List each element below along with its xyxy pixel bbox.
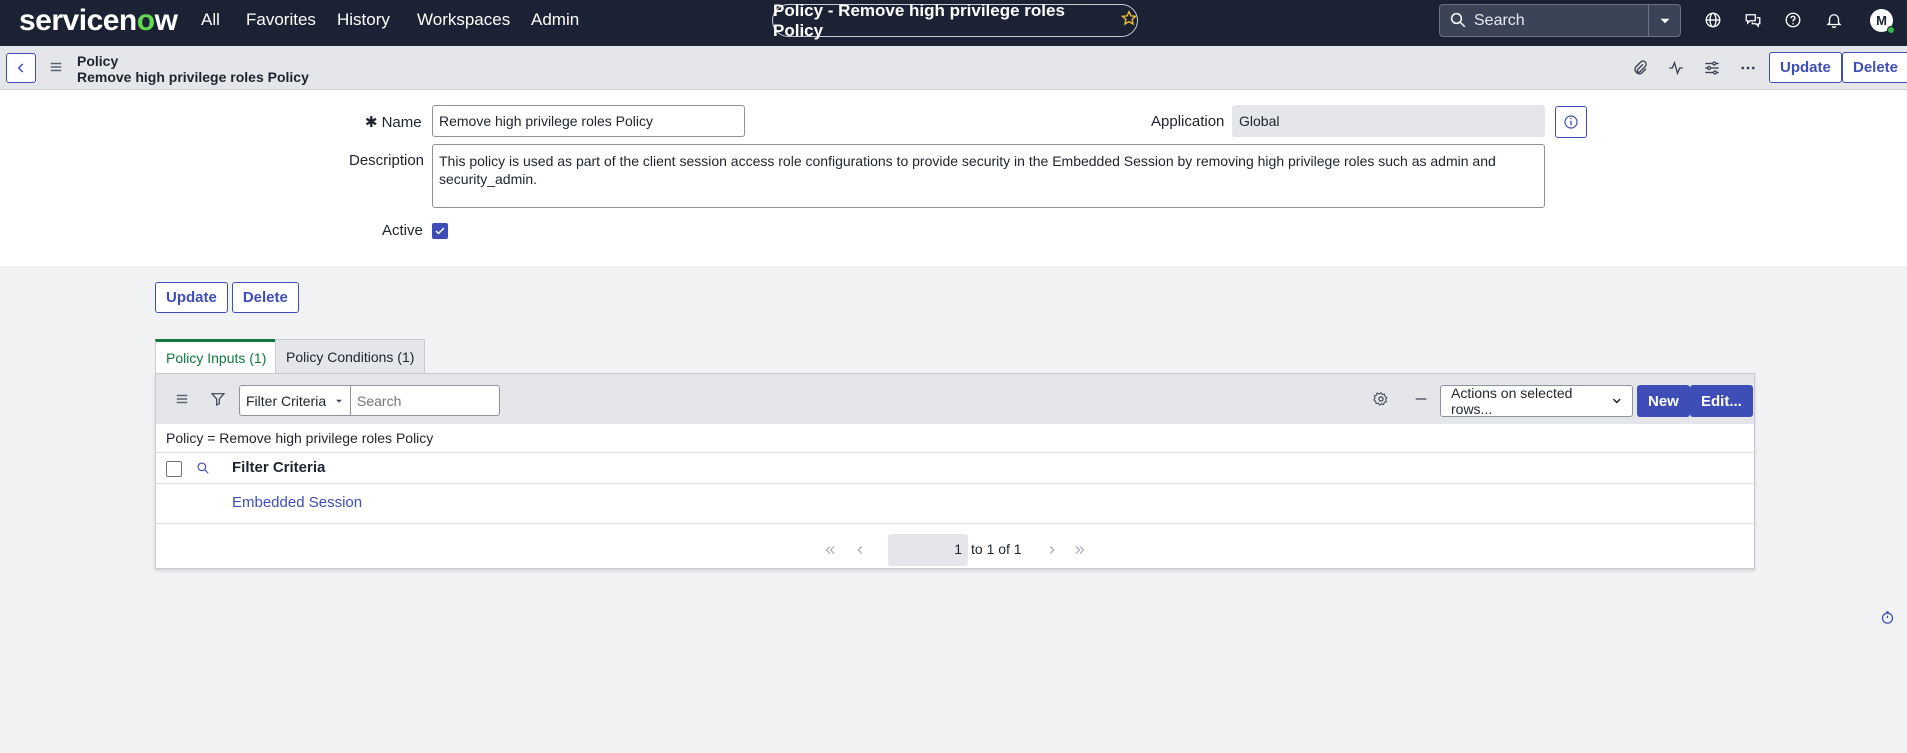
name-field[interactable]: Remove high privilege roles Policy — [432, 105, 745, 137]
avatar-initial: M — [1876, 13, 1887, 28]
response-time-icon[interactable] — [1880, 610, 1895, 629]
header-delete-button[interactable]: Delete — [1842, 52, 1907, 83]
page-total: to 1 of 1 — [971, 541, 1022, 557]
new-button[interactable]: New — [1637, 385, 1690, 417]
edit-button[interactable]: Edit... — [1690, 385, 1753, 417]
first-page-icon[interactable] — [820, 540, 840, 560]
previous-page-icon[interactable] — [850, 540, 870, 560]
next-page-icon[interactable] — [1042, 540, 1062, 560]
checkmark-icon — [435, 227, 445, 235]
name-label: ✱ Name — [365, 114, 422, 131]
online-status-dot — [1887, 26, 1895, 34]
search-icon — [1449, 11, 1467, 33]
info-icon — [1564, 115, 1578, 129]
filter-select-value: Filter Criteria — [246, 392, 327, 409]
pagination: 1 to 1 of 1 — [156, 534, 1754, 566]
description-label: Description — [349, 152, 425, 169]
chevron-down-icon — [336, 399, 342, 403]
favorite-star-icon[interactable] — [1120, 10, 1138, 31]
actions-select-value: Actions on selected rows... — [1451, 385, 1573, 417]
policy-inputs-list: Filter Criteria Actions on selected rows… — [155, 373, 1755, 569]
application-label: Application — [1151, 113, 1225, 130]
chevron-left-icon — [17, 63, 24, 73]
row-link-embedded-session[interactable]: Embedded Session — [232, 494, 362, 511]
servicenow-logo[interactable]: servicenow — [19, 4, 178, 38]
application-field: Global — [1232, 105, 1545, 137]
search-scope-dropdown-icon[interactable] — [1656, 12, 1674, 34]
chevron-down-icon — [1612, 398, 1621, 404]
application-info-button[interactable] — [1555, 106, 1587, 138]
column-header-row: Filter Criteria — [156, 452, 1754, 484]
table-row: Embedded Session — [156, 484, 1754, 524]
top-nav: servicenow All Favorites History Workspa… — [0, 0, 1907, 46]
page-number-input[interactable]: 1 — [888, 534, 968, 566]
help-icon[interactable] — [1783, 10, 1803, 30]
list-search-input[interactable] — [350, 385, 500, 416]
settings-sliders-icon[interactable] — [1702, 58, 1722, 78]
list-toolbar: Filter Criteria Actions on selected rows… — [156, 374, 1754, 424]
filter-field-select[interactable]: Filter Criteria — [239, 385, 351, 416]
list-menu-icon[interactable] — [173, 390, 191, 408]
more-options-icon[interactable] — [1738, 58, 1758, 78]
record-name: Remove high privilege roles Policy — [77, 69, 309, 85]
list-settings-gear-icon[interactable] — [1372, 390, 1390, 408]
global-search — [1439, 4, 1681, 37]
column-filter-criteria[interactable]: Filter Criteria — [232, 459, 325, 476]
nav-link-history[interactable]: History — [337, 10, 390, 30]
filter-funnel-icon[interactable] — [209, 390, 227, 408]
collapse-list-icon[interactable] — [1412, 390, 1430, 408]
tab-policy-conditions[interactable]: Policy Conditions (1) — [275, 339, 426, 373]
record-title-pill: Policy - Remove high privilege roles Pol… — [772, 1, 1138, 40]
global-search-input[interactable] — [1474, 10, 1644, 32]
filter-breadcrumb[interactable]: Policy = Remove high privilege roles Pol… — [166, 430, 433, 446]
user-avatar[interactable]: M — [1870, 9, 1895, 34]
column-search-icon[interactable] — [196, 461, 210, 479]
activity-icon[interactable] — [1666, 58, 1686, 78]
back-button[interactable] — [6, 53, 36, 83]
actions-on-selected-select[interactable]: Actions on selected rows... — [1440, 385, 1633, 417]
context-menu-icon[interactable] — [49, 60, 63, 78]
select-all-checkbox[interactable] — [166, 461, 182, 477]
nav-link-admin[interactable]: Admin — [531, 10, 579, 30]
policy-form: ✱ Name Remove high privilege roles Policy… — [0, 90, 1907, 266]
tab-policy-inputs[interactable]: Policy Inputs (1) — [155, 339, 278, 373]
nav-link-favorites[interactable]: Favorites — [246, 10, 316, 30]
header-update-button[interactable]: Update — [1769, 52, 1842, 83]
form-buttons: Update Delete — [155, 282, 299, 313]
nav-link-workspaces[interactable]: Workspaces — [417, 10, 510, 30]
record-type: Policy — [77, 53, 119, 69]
attachment-icon[interactable] — [1630, 58, 1650, 78]
update-button[interactable]: Update — [155, 282, 228, 313]
search-divider — [1648, 5, 1649, 36]
chat-icon[interactable] — [1743, 10, 1763, 30]
description-field[interactable]: This policy is used as part of the clien… — [432, 144, 1545, 208]
notification-bell-icon[interactable] — [1824, 10, 1844, 30]
globe-icon[interactable] — [1703, 10, 1723, 30]
active-label: Active — [382, 222, 423, 239]
last-page-icon[interactable] — [1070, 540, 1090, 560]
delete-button[interactable]: Delete — [231, 282, 299, 313]
record-title: Policy - Remove high privilege roles Pol… — [773, 0, 1065, 40]
record-header: Policy Remove high privilege roles Polic… — [0, 46, 1907, 90]
active-checkbox[interactable] — [432, 223, 448, 239]
nav-link-all[interactable]: All — [201, 10, 220, 30]
required-asterisk-icon: ✱ — [365, 114, 378, 131]
